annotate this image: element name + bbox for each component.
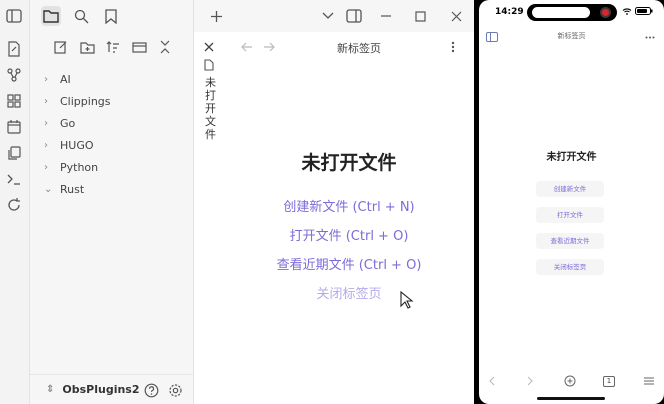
close-tab-link[interactable]: 关闭标签页 (224, 283, 474, 302)
new-folder-icon[interactable] (78, 38, 96, 56)
explorer-toolbar (30, 38, 194, 58)
back-arrow-icon[interactable] (240, 40, 254, 54)
battery-icon (635, 7, 653, 15)
tree-folder-go[interactable]: › Go (44, 112, 192, 134)
vertical-tab-title[interactable]: 未打开文件 (205, 76, 216, 141)
create-new-file-link[interactable]: 创建新文件 (Ctrl + N) (224, 196, 474, 215)
screen-record-icon (600, 7, 611, 18)
phone-recent-files-button[interactable]: 查看近期文件 (536, 233, 604, 249)
status-icons (622, 7, 653, 15)
back-chevron-icon[interactable] (485, 374, 499, 388)
phone-create-file-button[interactable]: 创建新文件 (536, 181, 604, 197)
bookmark-icon[interactable] (101, 6, 121, 26)
tab-switcher-icon[interactable]: 1 (602, 374, 616, 388)
forward-arrow-icon[interactable] (262, 40, 276, 54)
forward-chevron-icon[interactable] (523, 374, 537, 388)
tab-bar (194, 0, 474, 32)
vault-name: ObsPlugins2 (62, 383, 140, 396)
file-explorer-sidebar: › AI › Clippings › Go › HUGO › Python ⌄ Rust ⇕… (30, 0, 194, 404)
tree-folder-rust[interactable]: ⌄ Rust (44, 178, 192, 200)
status-time: 14:29 (495, 7, 524, 17)
phone-page-title: 新标签页 (557, 32, 586, 40)
mouse-cursor-icon (400, 291, 414, 309)
new-note-icon[interactable] (52, 38, 70, 56)
open-file-link[interactable]: 打开文件 (Ctrl + O) (224, 225, 474, 244)
phone-empty-state-title: 未打开文件 (546, 152, 597, 163)
more-options-icon[interactable] (643, 30, 657, 44)
phone-open-file-button[interactable]: 打开文件 (536, 207, 604, 223)
file-icon (202, 58, 216, 72)
chevron-right-icon: › (44, 117, 48, 129)
chevron-right-icon: › (44, 161, 48, 173)
home-indicator (537, 397, 605, 400)
pane-title: 新标签页 (337, 42, 381, 55)
island-pill (532, 7, 590, 18)
pane-header: 新标签页 (224, 32, 474, 62)
tab-list-chevron-down-icon[interactable] (318, 6, 338, 26)
desktop-window: › AI › Clippings › Go › HUGO › Python ⌄ Rust ⇕… (0, 0, 474, 404)
collapse-all-icon[interactable] (156, 38, 174, 56)
wifi-icon (622, 7, 632, 15)
phone-close-tab-button[interactable]: 关闭标签页 (536, 259, 604, 275)
recent-files-link[interactable]: 查看近期文件 (Ctrl + O) (224, 254, 474, 273)
folder-label: Go (60, 116, 76, 130)
close-window-icon[interactable] (446, 6, 466, 26)
folder-label: Python (60, 160, 99, 174)
switch-vault-icon: ⇕ (46, 384, 55, 395)
chevron-down-icon: ⌄ (44, 183, 53, 195)
sidebar-toggle-icon[interactable] (5, 7, 23, 25)
tree-folder-python[interactable]: › Python (44, 156, 192, 178)
ribbon (0, 0, 30, 404)
right-sidebar-toggle-icon[interactable] (344, 6, 364, 26)
sidebar-tab-header (30, 0, 194, 32)
new-tab-plus-icon[interactable] (206, 6, 226, 26)
minimize-icon[interactable] (376, 6, 396, 26)
folder-label: AI (60, 72, 71, 86)
canvas-icon[interactable] (5, 92, 23, 110)
tab-count: 1 (606, 377, 612, 385)
chevron-right-icon: › (44, 139, 48, 151)
new-tab-plus-icon[interactable] (563, 374, 577, 388)
tree-folder-ai[interactable]: › AI (44, 68, 192, 90)
new-note-icon[interactable] (5, 40, 23, 58)
search-icon[interactable] (71, 6, 91, 26)
vault-switcher[interactable]: ⇕ ObsPlugins2 (46, 383, 140, 396)
vault-bar: ⇕ ObsPlugins2 (30, 374, 194, 404)
chevron-right-icon: › (44, 95, 48, 107)
empty-state-title: 未打开文件 (301, 152, 397, 174)
maximize-icon[interactable] (410, 6, 430, 26)
folder-label: Clippings (60, 94, 111, 108)
copy-icon[interactable] (5, 144, 23, 162)
settings-gear-icon[interactable] (166, 381, 184, 399)
sort-icon[interactable] (104, 38, 122, 56)
help-icon[interactable] (142, 381, 160, 399)
file-tree: › AI › Clippings › Go › HUGO › Python ⌄ Rust (44, 68, 192, 200)
editor-pane: 新标签页 未打开文件 创建新文件 (Ctrl + N) 打开文件 (Ctrl +… (224, 32, 474, 404)
calendar-icon[interactable] (5, 118, 23, 136)
phone-header: 新标签页 (479, 28, 664, 46)
phone-screen: 14:29 新标签页 未打开文件 创建新文件 打开文件 查看近期文件 关闭标签页 (479, 0, 664, 404)
folder-label: Rust (60, 182, 85, 196)
more-options-icon[interactable] (446, 40, 460, 54)
menu-icon[interactable] (642, 374, 656, 388)
folder-label: HUGO (60, 138, 94, 152)
sidebar-toggle-icon[interactable] (485, 30, 499, 44)
phone-bottom-toolbar: 1 (479, 372, 664, 392)
close-tab-icon[interactable] (202, 40, 216, 54)
folder-icon[interactable] (41, 6, 61, 26)
tree-folder-hugo[interactable]: › HUGO (44, 134, 192, 156)
graph-view-icon[interactable] (5, 66, 23, 84)
terminal-icon[interactable] (5, 170, 23, 188)
tree-folder-clippings[interactable]: › Clippings (44, 90, 192, 112)
sync-icon[interactable] (5, 196, 23, 214)
status-bar: 14:29 (479, 0, 664, 26)
dynamic-island (527, 4, 617, 21)
chevron-right-icon: › (44, 73, 48, 85)
collapse-view-icon[interactable] (130, 38, 148, 56)
